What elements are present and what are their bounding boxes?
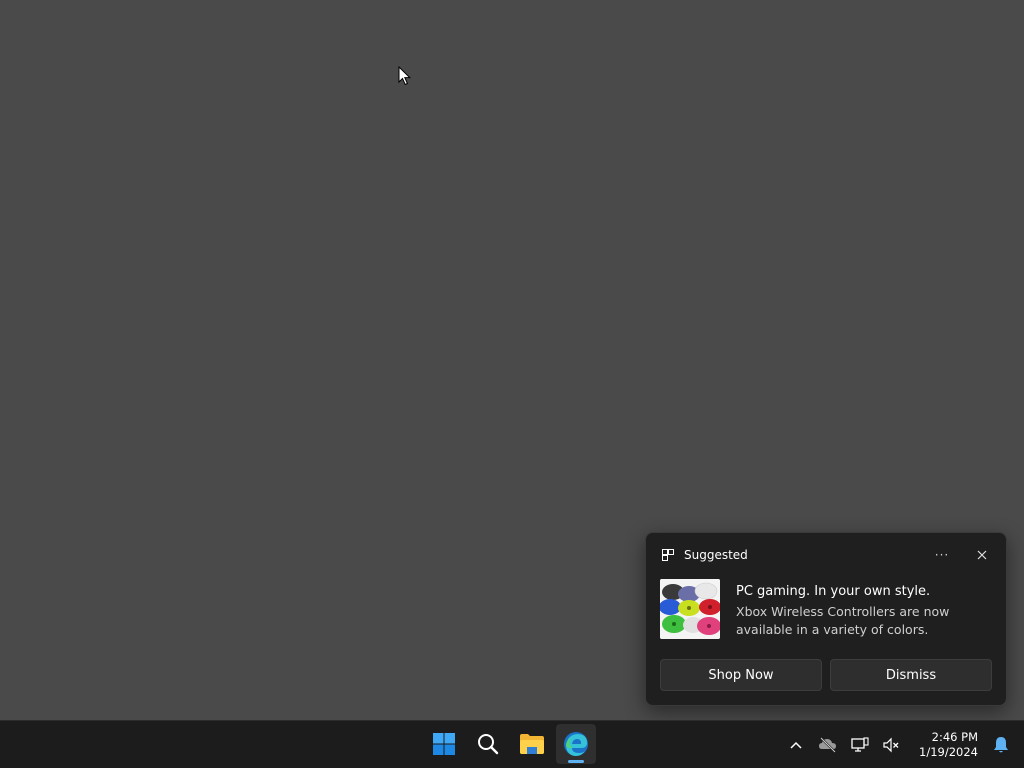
toast-title: PC gaming. In your own style. — [736, 584, 931, 599]
edge-icon — [564, 732, 588, 756]
volume-button[interactable] — [881, 734, 903, 756]
search-button[interactable] — [468, 724, 508, 764]
clock-time: 2:46 PM — [931, 730, 978, 744]
folder-icon — [520, 734, 544, 754]
onedrive-button[interactable] — [817, 734, 839, 756]
show-hidden-icons-button[interactable] — [785, 734, 807, 756]
more-icon: ··· — [934, 548, 950, 562]
clock[interactable]: 2:46 PM 1/19/2024 — [919, 730, 978, 760]
onedrive-offline-icon — [819, 737, 837, 753]
windows-logo-icon — [433, 733, 455, 755]
network-button[interactable] — [849, 734, 871, 756]
active-app-indicator — [568, 760, 584, 763]
toast-header: Suggested ··· — [662, 547, 994, 563]
close-button[interactable] — [970, 543, 994, 567]
toast-actions: Shop Now Dismiss — [660, 659, 992, 691]
taskbar: 2:46 PM 1/19/2024 — [0, 720, 1024, 768]
shop-now-button[interactable]: Shop Now — [660, 659, 822, 691]
close-icon — [977, 550, 987, 560]
start-button[interactable] — [424, 724, 464, 764]
toast-content: PC gaming. In your own style. Xbox Wirel… — [736, 583, 986, 639]
volume-muted-icon — [883, 737, 899, 753]
chevron-up-icon — [790, 741, 802, 749]
microsoft-edge-button[interactable] — [556, 724, 596, 764]
suggested-app-icon — [662, 549, 674, 561]
toast-body: Xbox Wireless Controllers are now availa… — [736, 604, 950, 637]
file-explorer-button[interactable] — [512, 724, 552, 764]
more-options-button[interactable]: ··· — [930, 543, 954, 567]
mouse-cursor-icon — [398, 66, 412, 86]
dismiss-button[interactable]: Dismiss — [830, 659, 992, 691]
bell-icon — [994, 737, 1008, 753]
network-icon — [851, 737, 869, 752]
system-tray: 2:46 PM 1/19/2024 — [785, 721, 1024, 768]
xbox-controllers-image — [660, 579, 720, 639]
search-icon — [478, 734, 499, 755]
notification-center-button[interactable] — [990, 734, 1012, 756]
taskbar-apps — [424, 724, 596, 766]
clock-date: 1/19/2024 — [919, 745, 978, 759]
toast-notification[interactable]: Suggested ··· PC gaming. In your own sty… — [645, 532, 1007, 706]
toast-app-name: Suggested — [684, 548, 748, 562]
